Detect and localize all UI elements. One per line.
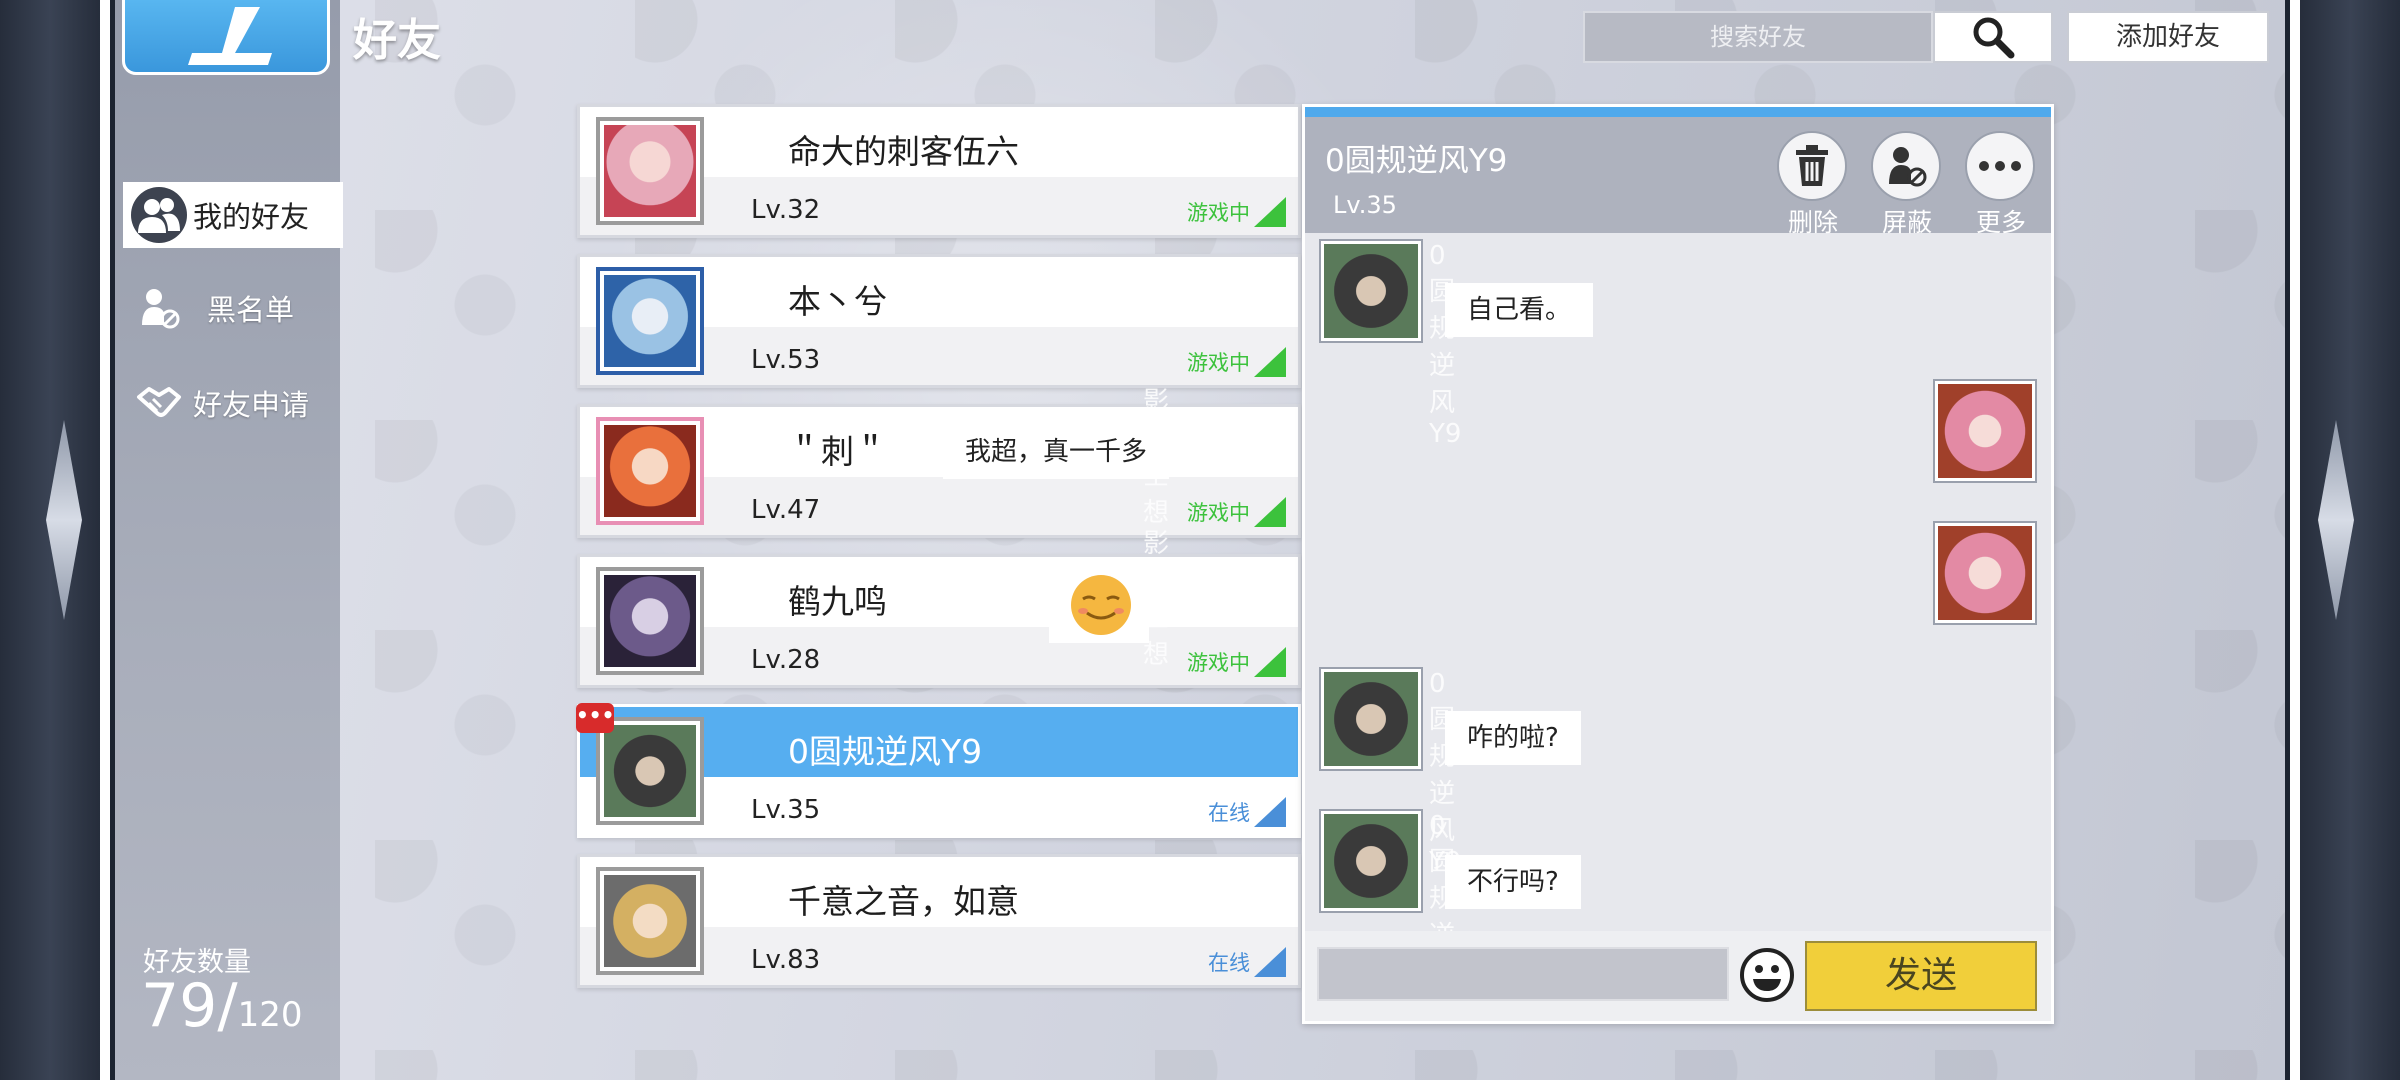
friend-avatar [596,267,704,375]
delete-friend-button[interactable]: 删除 [1777,131,1849,239]
page-title: 好友 [353,15,441,66]
right-frame-border [2290,0,2300,1080]
friend-level: Lv.83 [751,945,821,975]
friends-count: 79/120 [141,976,302,1045]
trash-icon [1796,145,1828,186]
chat-avatar[interactable] [1933,379,2037,483]
signal-icon [1254,797,1286,827]
chat-bubble-sticker [1049,567,1149,643]
blacklist-icon [131,280,187,336]
chat-bubble: 咋的啦? [1445,711,1581,765]
friends-screen: 我的好友 黑名单 好友申请 好友数量 79/120 好友 搜索好友 添加好友 命… [115,0,2285,1080]
friend-card[interactable]: ＂刺＂ Lv.47 游戏中 [577,404,1301,538]
friend-name: 鹤九鸣 [788,582,887,621]
unread-message-icon: ••• [576,703,614,733]
friend-card[interactable]: 鹤九鸣 Lv.28 游戏中 [577,554,1301,688]
chat-avatar[interactable] [1319,809,1423,913]
nav-item-label: 黑名单 [207,293,295,327]
handshake-icon [131,375,187,431]
signal-icon [1254,497,1286,527]
friend-status: 游戏中 [1187,347,1286,377]
chat-sender: 0圆规逆风Y9 [1429,241,1462,449]
friend-status-label: 游戏中 [1187,651,1250,675]
nav-item-label: 好友申请 [193,388,310,422]
friend-avatar [596,417,704,525]
friend-name: 本丶兮 [788,282,887,321]
back-button[interactable] [122,0,330,75]
friend-level: Lv.28 [751,645,821,675]
send-button[interactable]: 发送 [1805,941,2037,1011]
chat-avatar[interactable] [1319,239,1423,343]
more-options-button[interactable]: 更多 [1965,131,2037,239]
friend-name: 0圆规逆风Y9 [788,732,983,771]
friend-status-label: 游戏中 [1187,501,1250,525]
chat-input-bar: 发送 [1305,931,2051,1021]
friend-avatar [596,867,704,975]
chat-bubble: 我超，真一千多 [942,425,1169,479]
action-label: 更多 [1975,208,2026,237]
block-user-icon [1889,147,1927,187]
chat-message-input[interactable] [1317,947,1729,1001]
friend-avatar [596,567,704,675]
search-input[interactable]: 搜索好友 [1583,11,1933,63]
action-label: 屏蔽 [1881,208,1932,237]
friend-level: Lv.32 [751,195,821,225]
chat-bubble: 自己看。 [1445,283,1594,337]
emoji-button[interactable] [1739,947,1795,1003]
chat-avatar[interactable] [1319,667,1423,771]
back-arrow-icon [180,1,280,82]
friend-card[interactable]: 本丶兮 Lv.53 游戏中 [577,254,1301,388]
friends-nav-sidebar: 我的好友 黑名单 好友申请 好友数量 79/120 [115,0,343,1080]
chat-avatar[interactable] [1933,521,2037,625]
chat-panel: 0圆规逆风Y9 Lv.35 删除 屏蔽 更多 0圆规逆风Y9 自己看。 影 想 … [942,104,2054,1024]
friend-level: Lv.35 [751,795,821,825]
friends-count-max: 120 [237,995,303,1035]
left-frame-border [100,0,110,1080]
friend-card-selected[interactable]: ••• 0圆规逆风Y9 Lv.35 在线 [576,703,1301,838]
nav-item-blacklist[interactable]: 黑名单 [123,275,345,341]
chat-title: 0圆规逆风Y9 [1325,143,1508,179]
friend-status-label: 游戏中 [1187,201,1250,225]
more-icon [1979,161,2021,171]
block-friend-button[interactable]: 屏蔽 [1871,131,1943,239]
signal-icon [1254,947,1286,977]
friend-status: 在线 [1208,797,1286,827]
friend-status-label: 在线 [1208,801,1250,825]
friend-status: 游戏中 [1187,197,1286,227]
friends-count-value: 79/ [141,971,238,1041]
friend-status: 游戏中 [1187,497,1286,527]
friend-level: Lv.53 [751,345,821,375]
right-frame [2300,0,2400,1080]
search-icon [1973,17,2015,59]
nav-item-friend-requests[interactable]: 好友申请 [123,370,345,436]
signal-icon [1254,197,1286,227]
friend-name: ＂刺＂ [788,432,887,471]
friend-status: 游戏中 [1187,647,1286,677]
friends-icon [131,187,187,243]
chat-bubble: 不行吗? [1445,855,1581,909]
smiley-sticker-icon [1071,575,1131,635]
friend-name: 命大的刺客伍六 [788,132,1019,171]
friend-avatar [596,117,704,225]
friend-status-label: 在线 [1208,951,1250,975]
nav-item-my-friends[interactable]: 我的好友 [123,182,343,248]
left-frame [0,0,100,1080]
nav-item-label: 我的好友 [193,200,310,234]
chat-level: Lv.35 [1333,191,1397,219]
friend-status-label: 游戏中 [1187,351,1250,375]
search-button[interactable] [1933,11,2053,63]
friend-card[interactable]: 命大的刺客伍六 Lv.32 游戏中 [577,104,1301,238]
friend-level: Lv.47 [751,495,821,525]
friend-card[interactable]: 千意之音，如意 Lv.83 在线 [577,854,1301,988]
add-friend-button[interactable]: 添加好友 [2067,11,2269,63]
friend-avatar [596,717,704,825]
chat-header: 0圆规逆风Y9 Lv.35 删除 屏蔽 更多 [1305,107,2051,237]
friend-status: 在线 [1208,947,1286,977]
action-label: 删除 [1787,208,1838,237]
emoji-icon [1740,948,1794,1002]
signal-icon [1254,647,1286,677]
signal-icon [1254,347,1286,377]
friend-name: 千意之音，如意 [788,882,1019,921]
